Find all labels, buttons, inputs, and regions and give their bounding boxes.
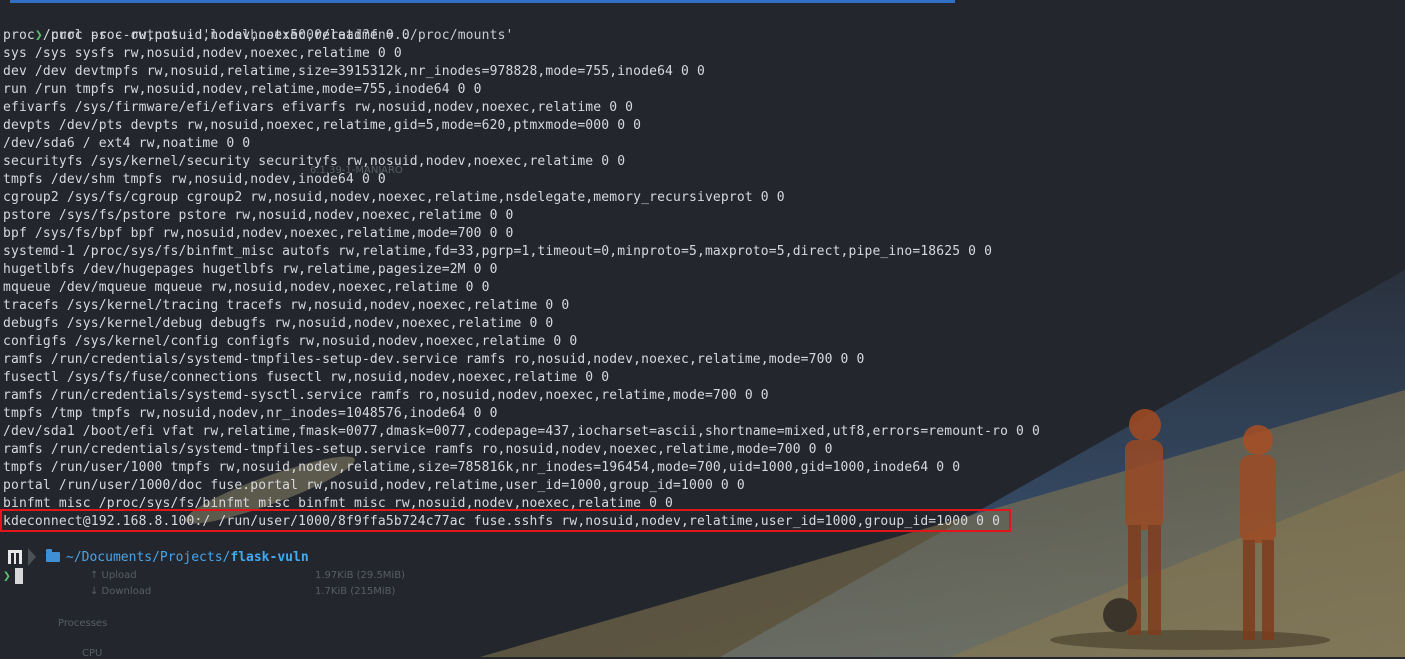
output-line: /dev/sda6 / ext4 rw,noatime 0 0 xyxy=(3,136,251,151)
output-line: tmpfs /tmp tmpfs rw,nosuid,nodev,nr_inod… xyxy=(3,406,498,421)
highlight-annotation-box xyxy=(0,509,1011,532)
output-line: cgroup2 /sys/fs/cgroup cgroup2 rw,nosuid… xyxy=(3,190,785,205)
output-line: ramfs /run/credentials/systemd-sysctl.se… xyxy=(3,388,769,403)
output-line: bpf /sys/fs/bpf bpf rw,nosuid,nodev,noex… xyxy=(3,226,514,241)
output-line: run /run tmpfs rw,nosuid,nodev,relatime,… xyxy=(3,82,482,97)
current-directory-path: ~/Documents/Projects/flask-vuln xyxy=(66,549,309,565)
output-line: pstore /sys/fs/pstore pstore rw,nosuid,n… xyxy=(3,208,514,223)
output-line: tmpfs /run/user/1000 tmpfs rw,nosuid,nod… xyxy=(3,460,961,475)
text-cursor[interactable] xyxy=(14,568,23,584)
output-line: fusectl /sys/fs/fuse/connections fusectl… xyxy=(3,370,610,385)
command-line: ❯ curl -s --output - 'localhost:5000/rea… xyxy=(3,9,514,43)
output-line: sys /sys sysfs rw,nosuid,nodev,noexec,re… xyxy=(3,46,402,61)
output-line: proc /proc proc rw,nosuid,nodev,noexec,r… xyxy=(3,28,410,43)
output-line: tmpfs /dev/shm tmpfs rw,nosuid,nodev,ino… xyxy=(3,172,386,187)
output-line: tracefs /sys/kernel/tracing tracefs rw,n… xyxy=(3,298,570,313)
output-line: dev /dev devtmpfs rw,nosuid,relatime,siz… xyxy=(3,64,705,79)
manjaro-icon xyxy=(8,550,22,564)
output-line: /dev/sda1 /boot/efi vfat rw,relatime,fma… xyxy=(3,424,1040,439)
output-line: configfs /sys/kernel/config configfs rw,… xyxy=(3,334,578,349)
output-line: efivarfs /sys/firmware/efi/efivars efiva… xyxy=(3,100,634,115)
output-line: debugfs /sys/kernel/debug debugfs rw,nos… xyxy=(3,316,554,331)
output-line: ramfs /run/credentials/systemd-tmpfiles-… xyxy=(3,352,865,367)
output-line: systemd-1 /proc/sys/fs/binfmt_misc autof… xyxy=(3,244,993,259)
prompt-arrow-icon: ❯ xyxy=(3,568,11,584)
output-line: mqueue /dev/mqueue mqueue rw,nosuid,node… xyxy=(3,280,490,295)
output-line: securityfs /sys/kernel/security security… xyxy=(3,154,626,169)
shell-prompt-segments: ~/Documents/Projects/flask-vuln xyxy=(8,548,309,566)
folder-icon xyxy=(46,549,60,562)
input-prompt-line[interactable]: ❯ xyxy=(3,567,23,585)
output-line: ramfs /run/credentials/systemd-tmpfiles-… xyxy=(3,442,833,457)
chevron-right-icon xyxy=(28,548,36,566)
output-line: portal /run/user/1000/doc fuse.portal rw… xyxy=(3,478,745,493)
output-line: hugetlbfs /dev/hugepages hugetlbfs rw,re… xyxy=(3,262,498,277)
output-line: devpts /dev/pts devpts rw,nosuid,noexec,… xyxy=(3,118,642,133)
